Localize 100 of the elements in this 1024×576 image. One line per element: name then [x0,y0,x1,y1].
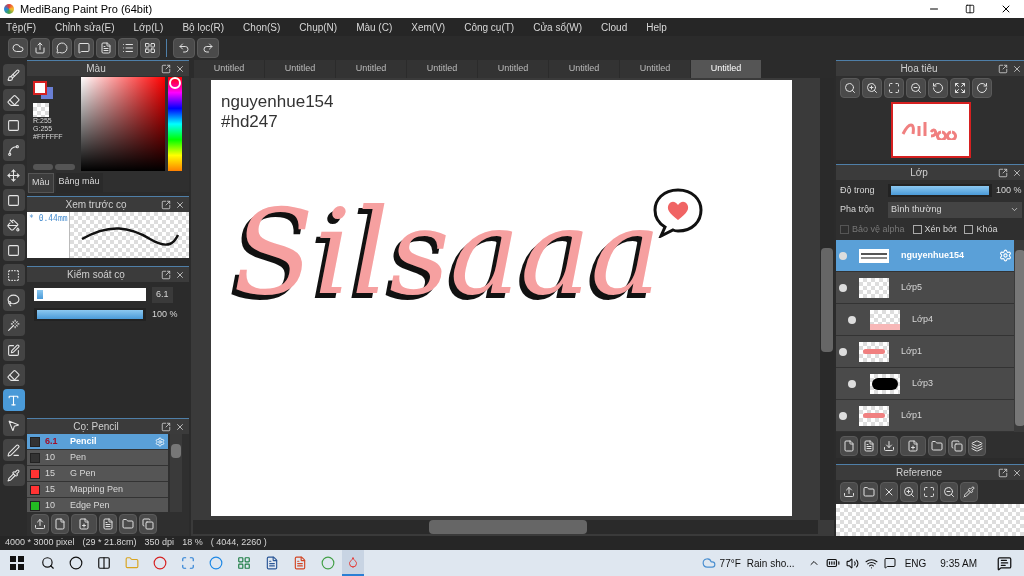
brush-settings-button[interactable] [99,514,117,534]
tool-button[interactable] [2,64,25,86]
background-color-swatch[interactable] [41,87,53,99]
zoom-in-button[interactable] [862,78,882,98]
wifi-icon[interactable] [864,556,878,570]
zoom-actual-button[interactable] [840,78,860,98]
scrollbar[interactable] [1014,240,1024,432]
canvas-page[interactable]: nguyenhue154 #hd247 Silsaaa [211,80,792,516]
tool-button[interactable] [2,389,25,411]
slider-track[interactable] [34,288,146,302]
color-button[interactable] [33,164,53,170]
blend-mode-dropdown[interactable]: Bình thường [888,201,1022,218]
tool-button[interactable] [2,414,25,436]
layer-row[interactable]: Lớp4 [836,304,1014,336]
speech-bubble-button[interactable] [52,38,72,58]
tool-button[interactable] [2,189,25,211]
menu-item[interactable]: Chọn(S) [243,19,281,35]
close-icon[interactable] [1000,3,1012,15]
layer-row[interactable]: Lớp3 [836,368,1014,400]
document-tab[interactable]: Untitled [691,60,761,78]
paint-app-icon[interactable] [342,550,364,576]
hue-thumb[interactable] [169,77,181,90]
spreadsheet-icon[interactable] [237,556,251,570]
menu-item[interactable]: Màu (C) [356,19,393,35]
tool-button[interactable] [2,214,25,236]
notifications-icon[interactable] [997,555,1012,571]
menu-item[interactable]: Cửa sổ(W) [533,19,583,35]
settings-icon[interactable] [999,249,1012,262]
brush-list-item[interactable]: 15 Mapping Pen [27,482,168,498]
cloud-upload-button[interactable] [31,514,49,534]
document-tab[interactable]: Untitled [194,60,264,78]
word-document-icon[interactable] [265,556,279,570]
tool-button[interactable] [2,314,25,336]
menu-item[interactable]: Lớp(L) [133,19,164,35]
tool-button[interactable] [2,364,25,386]
panel-tab[interactable]: Bảng màu [55,173,103,193]
undock-icon[interactable] [161,269,171,280]
undock-icon[interactable] [998,63,1008,74]
tool-button[interactable] [2,114,25,136]
redo-button[interactable] [197,38,219,58]
comment-button[interactable] [74,38,94,58]
grid-button[interactable] [140,38,160,58]
add-layer-button[interactable] [900,436,926,456]
tool-button[interactable] [2,339,25,361]
fit-button[interactable] [884,78,904,98]
menu-item[interactable]: Chỉnh sửa(E) [55,19,115,35]
tool-button[interactable] [2,89,25,111]
undock-icon[interactable] [998,467,1008,478]
hue-slider[interactable] [168,77,182,171]
tool-button[interactable] [2,164,25,186]
restore-icon[interactable] [965,4,975,14]
zoom-out-button[interactable] [940,482,958,502]
clock-text[interactable]: 9:35 AM [940,555,977,571]
option-checkbox[interactable]: Khóa [964,222,998,236]
document-tab[interactable]: Untitled [620,60,690,78]
volume-icon[interactable] [845,556,859,570]
brush-list-item[interactable]: 15 G Pen [27,466,168,482]
foreground-color-swatch[interactable] [33,81,47,95]
new-layer-button[interactable] [840,436,858,456]
merge-button[interactable] [968,436,986,456]
document-tab[interactable]: Untitled [265,60,335,78]
menu-item[interactable]: Cloud [601,19,628,35]
duplicate-button[interactable] [948,436,966,456]
zoom-out-button[interactable] [906,78,926,98]
menu-item[interactable]: Help [646,19,667,35]
undock-icon[interactable] [998,167,1008,178]
add-brush-button[interactable] [71,514,97,534]
windows-start-icon[interactable] [10,556,24,570]
browser-icon[interactable] [209,556,223,570]
document-tab[interactable]: Untitled [336,60,406,78]
vertical-scrollbar[interactable] [820,78,834,520]
menu-item[interactable]: Xem(V) [411,19,446,35]
tool-button[interactable] [2,264,25,286]
document-tab[interactable]: Untitled [478,60,548,78]
rotate-right-button[interactable] [972,78,992,98]
list-button[interactable] [118,38,138,58]
undock-icon[interactable] [161,63,171,74]
language-indicator[interactable]: ENG [904,555,927,571]
menu-item[interactable]: Bộ lọc(R) [182,19,225,35]
tool-button[interactable] [2,139,25,161]
share-button[interactable] [30,38,50,58]
brush-list-item[interactable]: 10 Edge Pen [27,498,168,512]
document-button[interactable] [96,38,116,58]
layer-row[interactable]: Lớp1 [836,336,1014,368]
presentation-icon[interactable] [293,556,307,570]
layer-row[interactable]: Lớp5 [836,272,1014,304]
open-folder-button[interactable] [860,482,878,502]
saturation-picker[interactable] [81,77,165,171]
undock-icon[interactable] [161,199,171,210]
search-icon[interactable] [41,556,55,570]
cloud-upload-button[interactable] [840,482,858,502]
folder-button[interactable] [928,436,946,456]
brush-list-item[interactable]: 10 Pen [27,450,168,466]
import-layer-button[interactable] [880,436,898,456]
document-tab[interactable]: Untitled [407,60,477,78]
battery-icon[interactable] [825,556,840,570]
color-button[interactable] [55,164,75,170]
menu-item[interactable]: Chụp(N) [299,19,338,35]
option-checkbox[interactable]: Xén bớt [912,222,957,236]
transparent-color-swatch[interactable] [33,103,49,117]
